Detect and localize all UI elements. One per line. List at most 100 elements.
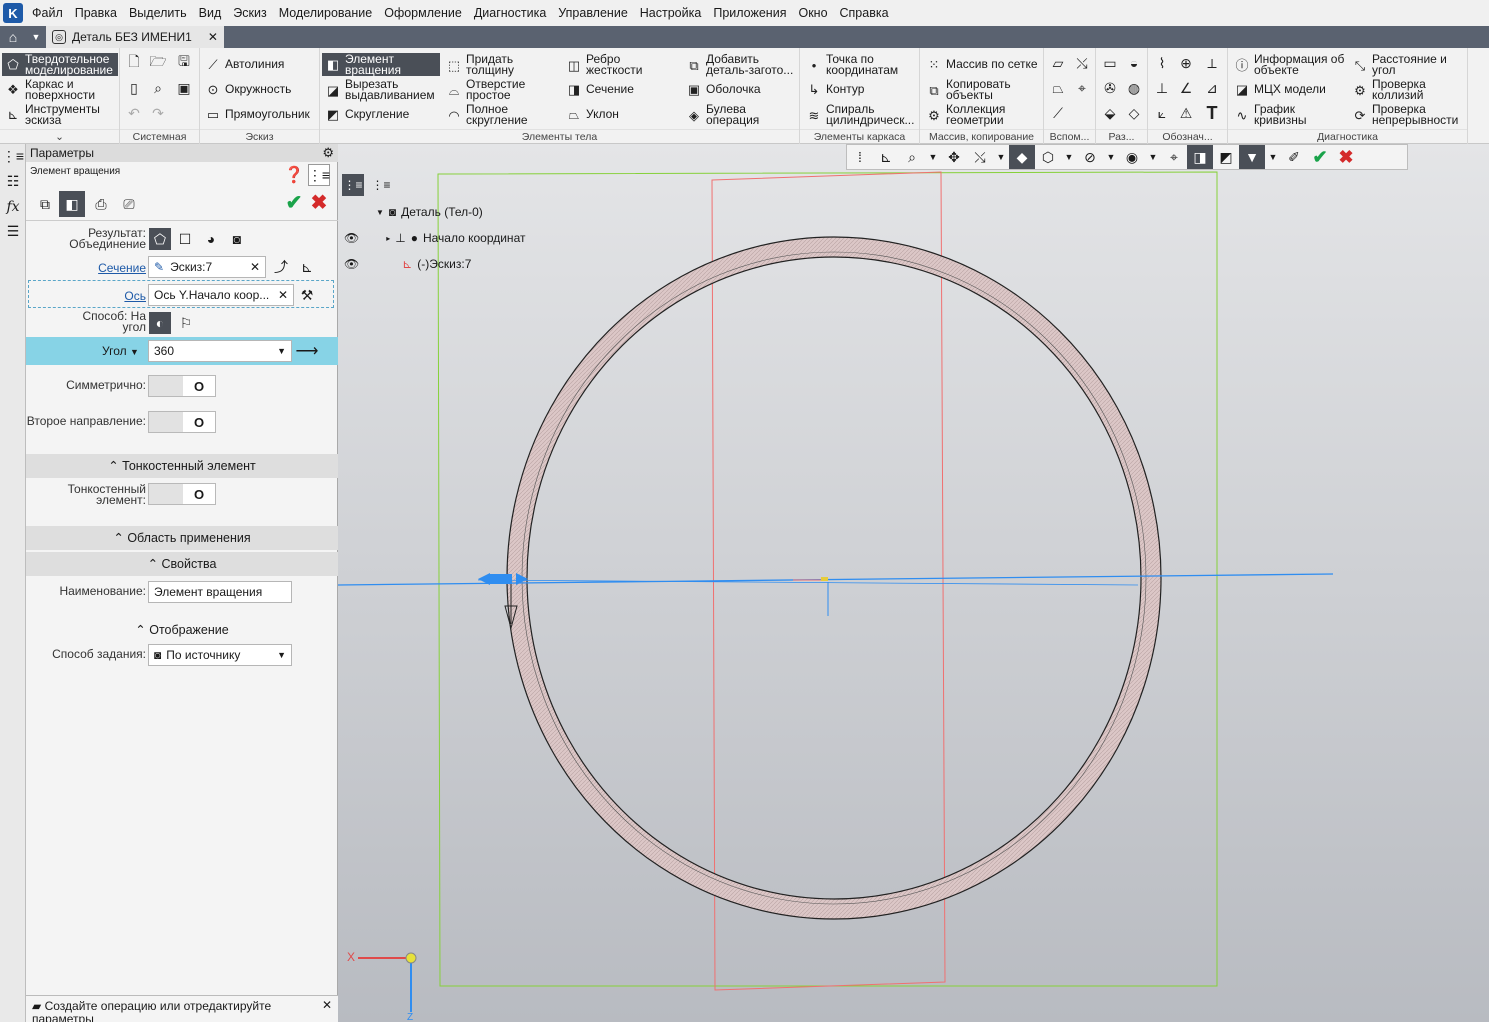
axis-icon[interactable]: ⤯ — [1072, 53, 1092, 73]
thicken-button[interactable]: ⬚ Придать толщину — [446, 53, 556, 76]
filter-icon[interactable]: ▼ — [1239, 145, 1265, 169]
properties-icon[interactable]: ☷ — [0, 169, 26, 194]
cancel-icon[interactable]: ✖ — [1333, 145, 1359, 169]
model-canvas[interactable] — [338, 144, 1489, 1022]
axis-link[interactable]: Ось — [124, 289, 146, 303]
save-as-icon[interactable]: ▣ — [174, 78, 194, 98]
patch-icon[interactable]: ◇ — [1124, 103, 1144, 123]
menu-settings[interactable]: Настройка — [634, 0, 708, 26]
help-icon[interactable]: ❓ — [283, 164, 305, 186]
tree-icon[interactable]: ⋮≡ — [0, 144, 26, 169]
section-button[interactable]: ◨ Сечение — [566, 81, 634, 97]
text-icon[interactable]: T — [1202, 103, 1222, 123]
tab-params-icon[interactable]: ⧉ — [32, 191, 58, 217]
ok-icon[interactable]: ✔ — [283, 191, 305, 214]
section-view-icon[interactable]: ◨ — [1187, 145, 1213, 169]
3d-viewport[interactable]: X Z ⋮≡ ⋮≡ ▼ ◙ Деталь (Тел-0) 👁 ▸ ⊥ ● Нач… — [338, 144, 1489, 1022]
redo-icon[interactable]: ↷ — [148, 103, 168, 123]
angle-input[interactable]: 360 ▼ — [148, 340, 292, 362]
save-icon[interactable]: 🖫 — [174, 53, 194, 73]
draft-button[interactable]: ⏢ Уклон — [566, 106, 619, 122]
axis-field[interactable]: Ось Y.Начало коор... ✕ — [148, 284, 294, 306]
section-link[interactable]: Сечение — [98, 261, 146, 275]
mode-solid-button[interactable]: ⬠ Твердотельное моделирование — [2, 53, 118, 76]
layers-icon[interactable]: ☰ — [0, 219, 26, 244]
trim-icon[interactable]: ◍ — [1124, 78, 1144, 98]
eye-icon[interactable]: 👁 — [344, 257, 359, 271]
ok-icon[interactable]: ✔ — [1307, 145, 1333, 169]
tab-revolve-icon[interactable]: ◧ — [59, 191, 85, 217]
subtract-icon[interactable]: ◕ — [200, 228, 222, 250]
app-logo[interactable]: K — [0, 0, 26, 26]
eye-icon[interactable]: 👁 — [344, 231, 359, 245]
new-body-icon[interactable]: ☐ — [174, 228, 196, 250]
pick-axis-icon[interactable]: ⚒ — [296, 284, 318, 306]
symmetric-toggle[interactable]: O — [148, 375, 216, 397]
split-icon[interactable]: ▭ — [1100, 53, 1120, 73]
revolve-button[interactable]: ◧ Элемент вращения — [322, 53, 440, 76]
tree-item-origin[interactable]: 👁 ▸ ⊥ ● Начало координат — [344, 231, 525, 245]
angle-label[interactable]: Угол ▼ — [102, 344, 139, 358]
pan-icon[interactable]: ✥ — [941, 145, 967, 169]
menu-help[interactable]: Справка — [834, 0, 895, 26]
rib-button[interactable]: ◫ Ребро жесткости — [566, 53, 676, 76]
divide-icon[interactable]: ✇ — [1100, 78, 1120, 98]
cut-extrude-button[interactable]: ◪ Вырезать выдавливанием — [325, 78, 440, 101]
contour-button[interactable]: ↳ Контур — [806, 81, 865, 97]
thin-toggle[interactable]: O — [148, 483, 216, 505]
center-mark-icon[interactable]: ⊕ — [1176, 53, 1196, 73]
by-angle-icon[interactable]: ◐ — [149, 312, 171, 334]
chevron-down-icon[interactable]: ▼ — [1145, 145, 1161, 169]
axis-label[interactable]: Ось — [56, 289, 146, 303]
expand-icon[interactable]: ⌄ — [0, 129, 119, 144]
to-object-icon[interactable]: ⚐ — [175, 312, 197, 334]
cut-icon[interactable]: ◒ — [1124, 53, 1144, 73]
leader-icon[interactable]: ⚠ — [1176, 103, 1196, 123]
boolean-button[interactable]: ◈ Булева операция — [686, 103, 786, 126]
tree-item-part[interactable]: ▼ ◙ Деталь (Тел-0) — [376, 205, 483, 219]
eyedropper-icon[interactable]: ✐ — [1281, 145, 1307, 169]
chevron-down-icon[interactable]: ▼ — [925, 145, 941, 169]
menu-manage[interactable]: Управление — [552, 0, 634, 26]
snap-icon[interactable]: ⌖ — [1161, 145, 1187, 169]
zoom-icon[interactable]: ⌕ — [899, 145, 925, 169]
tab-props-icon[interactable]: ⎚ — [116, 191, 142, 217]
close-icon[interactable]: ✕ — [322, 999, 332, 1012]
visibility-icon[interactable]: ◉ — [1119, 145, 1145, 169]
chevron-down-icon[interactable]: ▼ — [277, 645, 286, 665]
gear-icon[interactable]: ⚙ — [322, 144, 334, 162]
tree-structure-icon[interactable]: ⋮≡ — [342, 174, 364, 196]
menu-window[interactable]: Окно — [792, 0, 833, 26]
distance-angle-button[interactable]: ⤡ Расстояние и угол — [1352, 53, 1466, 76]
roughness-icon[interactable]: ⟀ — [1152, 103, 1172, 123]
menu-edit[interactable]: Правка — [69, 0, 123, 26]
orient-icon[interactable]: ⤯ — [967, 145, 993, 169]
menu-sketch[interactable]: Эскиз — [227, 0, 272, 26]
lcs-icon[interactable]: ⌖ — [1072, 78, 1092, 98]
menu-apps[interactable]: Приложения — [707, 0, 792, 26]
chevron-down-icon[interactable]: ▼ — [376, 208, 384, 217]
menu-modeling[interactable]: Моделирование — [273, 0, 379, 26]
collision-check-button[interactable]: ⚙ Проверка коллизий — [1352, 78, 1466, 101]
open-folder-icon[interactable]: 🗁 — [148, 53, 168, 73]
surface-icon[interactable]: ⬙ — [1100, 103, 1120, 123]
name-input[interactable]: Элемент вращения — [148, 581, 292, 603]
document-tab[interactable]: ◎ Деталь БЕЗ ИМЕНИ1 ✕ — [46, 26, 224, 48]
intersect-icon[interactable]: ◙ — [226, 228, 248, 250]
scope-section-header[interactable]: ⌃ Область применения — [26, 526, 338, 550]
direction-arrow-icon[interactable]: ⟶ — [296, 340, 319, 362]
menu-select[interactable]: Выделить — [123, 0, 193, 26]
fillet-button[interactable]: ◩ Скругление — [325, 106, 409, 122]
tree-item-sketch[interactable]: 👁 ⊾ (-)Эскиз:7 — [344, 257, 471, 271]
chevron-down-icon[interactable]: ▼ — [1265, 145, 1281, 169]
thread-icon[interactable]: ⌇ — [1152, 53, 1172, 73]
shaded-icon[interactable]: ◆ — [1009, 145, 1035, 169]
grid-array-button[interactable]: ⁙ Массив по сетке — [926, 56, 1038, 72]
create-sketch-icon[interactable]: ⊾ — [296, 256, 318, 278]
mode-select[interactable]: ◙ По источнику ▼ — [148, 644, 292, 666]
angle-dim-icon[interactable]: ∠ — [1176, 78, 1196, 98]
edit-sketch-icon[interactable]: ⤴ — [270, 256, 292, 278]
shell-button[interactable]: ▣ Оболочка — [686, 81, 761, 97]
linear-dim-icon[interactable]: ⊥ — [1152, 78, 1172, 98]
chevron-right-icon[interactable]: ▸ — [386, 234, 390, 243]
